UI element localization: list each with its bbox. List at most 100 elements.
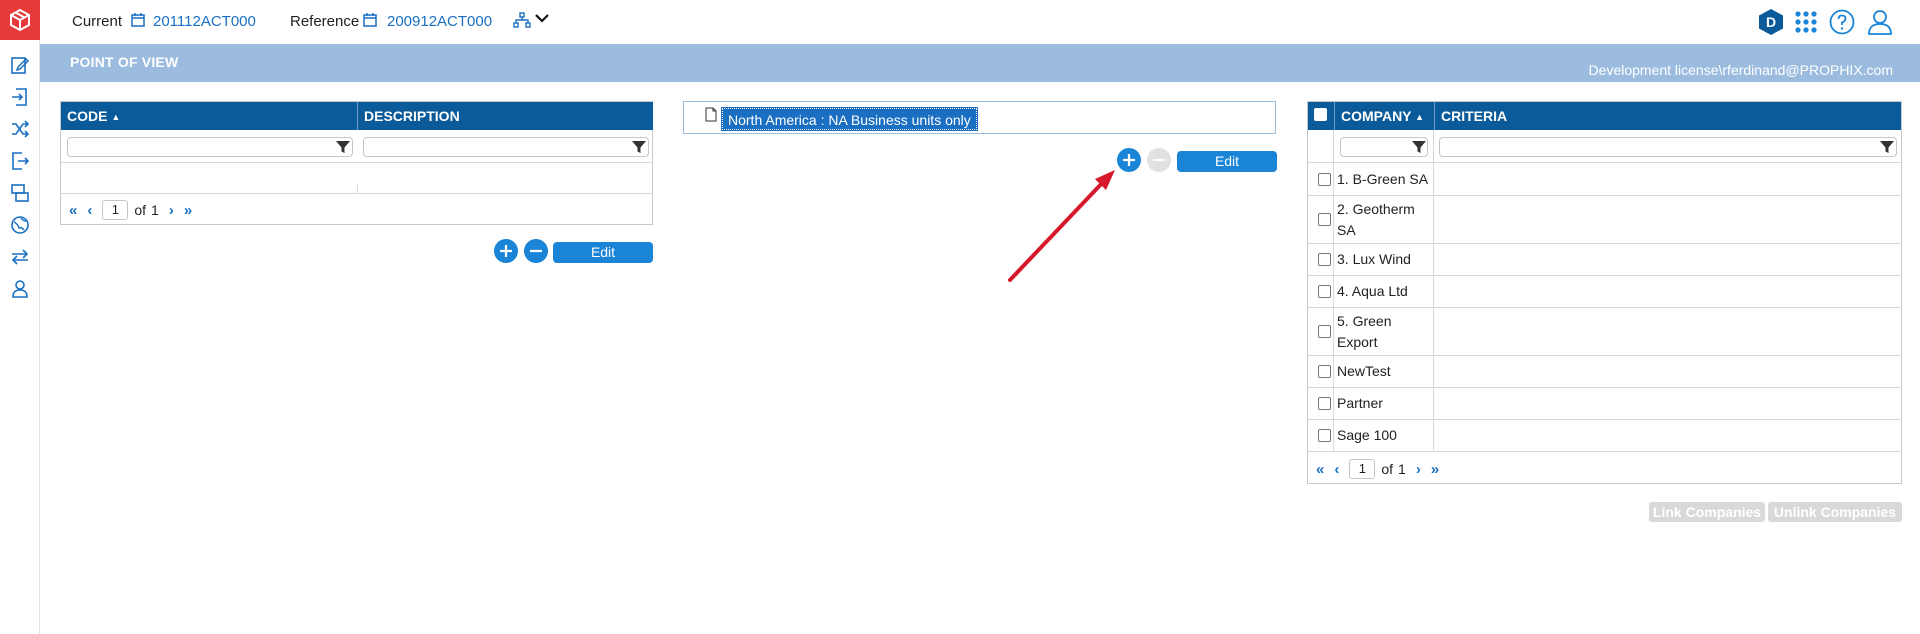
row-checkbox[interactable] — [1318, 325, 1331, 338]
first-page-icon[interactable]: « — [69, 202, 77, 219]
page-number-input[interactable]: 1 — [102, 200, 129, 220]
company-row[interactable]: 1. B-Green SA — [1308, 162, 1902, 195]
code-filter-input[interactable] — [67, 137, 353, 157]
point-of-view-header: POINT OF VIEW Development license\rferdi… — [40, 44, 1920, 82]
company-name: 1. B-Green SA — [1337, 171, 1429, 187]
company-name: NewTest — [1337, 363, 1391, 379]
prev-page-icon[interactable]: ‹ — [87, 202, 92, 219]
divider — [61, 193, 653, 194]
select-all-header — [1308, 102, 1334, 130]
current-label: Current — [72, 13, 123, 30]
company-name: Partner — [1337, 395, 1383, 411]
select-all-checkbox[interactable] — [1314, 108, 1327, 121]
shuffle-icon[interactable] — [9, 118, 31, 140]
edit-document-icon[interactable] — [9, 54, 31, 76]
prev-page-icon[interactable]: ‹ — [1334, 461, 1339, 478]
unlink-companies-button[interactable]: Unlink Companies — [1768, 502, 1902, 522]
filter-icon[interactable] — [631, 139, 647, 155]
hierarchy-icon[interactable] — [513, 12, 531, 32]
reference-period-link[interactable]: 200912ACT000 — [387, 13, 492, 30]
first-page-icon[interactable]: « — [1316, 461, 1324, 478]
divider — [1333, 130, 1334, 162]
user-settings-icon[interactable] — [9, 278, 31, 300]
row-checkbox[interactable] — [1318, 213, 1331, 226]
edit-node-button[interactable]: Edit — [1177, 151, 1277, 172]
tree-node-north-america[interactable]: North America : NA Business units only — [721, 107, 978, 131]
column-header-code[interactable]: CODE ▲ — [61, 102, 357, 130]
page-number-input[interactable]: 1 — [1349, 459, 1376, 479]
link-companies-button[interactable]: Link Companies — [1649, 502, 1765, 522]
sort-asc-icon: ▲ — [1415, 112, 1425, 122]
company-grid: COMPANY ▲ CRITERIA 1. B-Green SA 2. Geot… — [1307, 101, 1902, 484]
description-filter-input[interactable] — [363, 137, 649, 157]
company-row[interactable]: NewTest — [1308, 355, 1902, 387]
globe-icon[interactable] — [9, 214, 31, 236]
chevron-down-icon[interactable] — [534, 10, 550, 30]
user-profile-icon[interactable] — [1866, 8, 1894, 36]
company-row[interactable]: 5. Green Export — [1308, 307, 1902, 355]
row-checkbox[interactable] — [1318, 397, 1331, 410]
row-checkbox[interactable] — [1318, 253, 1331, 266]
column-header-company[interactable]: COMPANY ▲ — [1334, 102, 1434, 130]
next-page-icon[interactable]: › — [169, 202, 174, 219]
left-rail — [0, 0, 40, 634]
annotation-arrow-icon — [1008, 170, 1115, 282]
company-row[interactable]: 2. Geotherm SA — [1308, 195, 1902, 243]
column-header-criteria-label: CRITERIA — [1441, 108, 1508, 124]
of-label: of — [134, 202, 147, 218]
company-grid-pager: « ‹ 1 of 1 › » — [1316, 459, 1449, 479]
document-icon — [705, 107, 717, 122]
calendar-icon[interactable] — [362, 12, 378, 32]
row-checkbox[interactable] — [1318, 285, 1331, 298]
current-period-link[interactable]: 201112ACT000 — [153, 13, 256, 30]
company-name: 4. Aqua Ltd — [1337, 283, 1408, 299]
remove-node-button[interactable] — [1147, 148, 1171, 172]
last-page-icon[interactable]: » — [1431, 461, 1439, 478]
add-code-button[interactable] — [494, 239, 518, 263]
apps-grid-icon[interactable] — [1792, 8, 1820, 36]
filter-icon[interactable] — [1411, 139, 1427, 155]
edit-code-button[interactable]: Edit — [553, 242, 653, 263]
sort-asc-icon: ▲ — [111, 112, 121, 122]
top-bar: Current 201112ACT000 Reference 200912ACT… — [40, 0, 1920, 44]
column-header-description[interactable]: DESCRIPTION — [357, 102, 653, 130]
cube-logo-icon — [10, 8, 30, 32]
calendar-icon[interactable] — [130, 12, 146, 32]
avatar-badge[interactable]: D — [1757, 8, 1785, 36]
company-row[interactable]: Partner — [1308, 387, 1902, 419]
row-checkbox[interactable] — [1318, 429, 1331, 442]
divider — [1433, 130, 1434, 162]
transfer-icon[interactable] — [9, 246, 31, 268]
code-grid: CODE ▲ DESCRIPTION « ‹ 1 of 1 › » — [60, 101, 653, 225]
company-row[interactable]: 4. Aqua Ltd — [1308, 275, 1902, 307]
help-icon[interactable] — [1828, 8, 1856, 36]
row-checkbox[interactable] — [1318, 173, 1331, 186]
last-page-icon[interactable]: » — [184, 202, 192, 219]
app-root: Current 201112ACT000 Reference 200912ACT… — [0, 0, 1920, 634]
column-header-company-label: COMPANY — [1341, 108, 1412, 124]
minus-icon — [1153, 158, 1165, 162]
total-pages: 1 — [151, 202, 159, 218]
app-logo[interactable] — [0, 0, 40, 40]
column-header-criteria[interactable]: CRITERIA — [1434, 102, 1901, 130]
layers-icon[interactable] — [9, 182, 31, 204]
point-of-view-tree: North America : NA Business units only — [683, 101, 1276, 134]
company-name-continued: SA — [1337, 222, 1356, 238]
next-page-icon[interactable]: › — [1416, 461, 1421, 478]
criteria-filter-input[interactable] — [1439, 137, 1897, 157]
company-row[interactable]: 3. Lux Wind — [1308, 243, 1902, 275]
remove-code-button[interactable] — [524, 239, 548, 263]
total-pages: 1 — [1398, 461, 1406, 477]
filter-icon[interactable] — [1879, 139, 1895, 155]
import-icon[interactable] — [9, 86, 31, 108]
plus-icon — [500, 245, 512, 257]
code-grid-pager: « ‹ 1 of 1 › » — [69, 200, 202, 220]
column-header-description-label: DESCRIPTION — [364, 108, 460, 124]
company-row[interactable]: Sage 100 — [1308, 419, 1902, 452]
license-info: Development license\rferdinand@PROPHIX.c… — [1588, 62, 1893, 78]
company-name-continued: Export — [1337, 334, 1378, 350]
company-name: 2. Geotherm — [1337, 201, 1415, 217]
export-icon[interactable] — [9, 150, 31, 172]
row-checkbox[interactable] — [1318, 365, 1331, 378]
filter-icon[interactable] — [335, 139, 351, 155]
